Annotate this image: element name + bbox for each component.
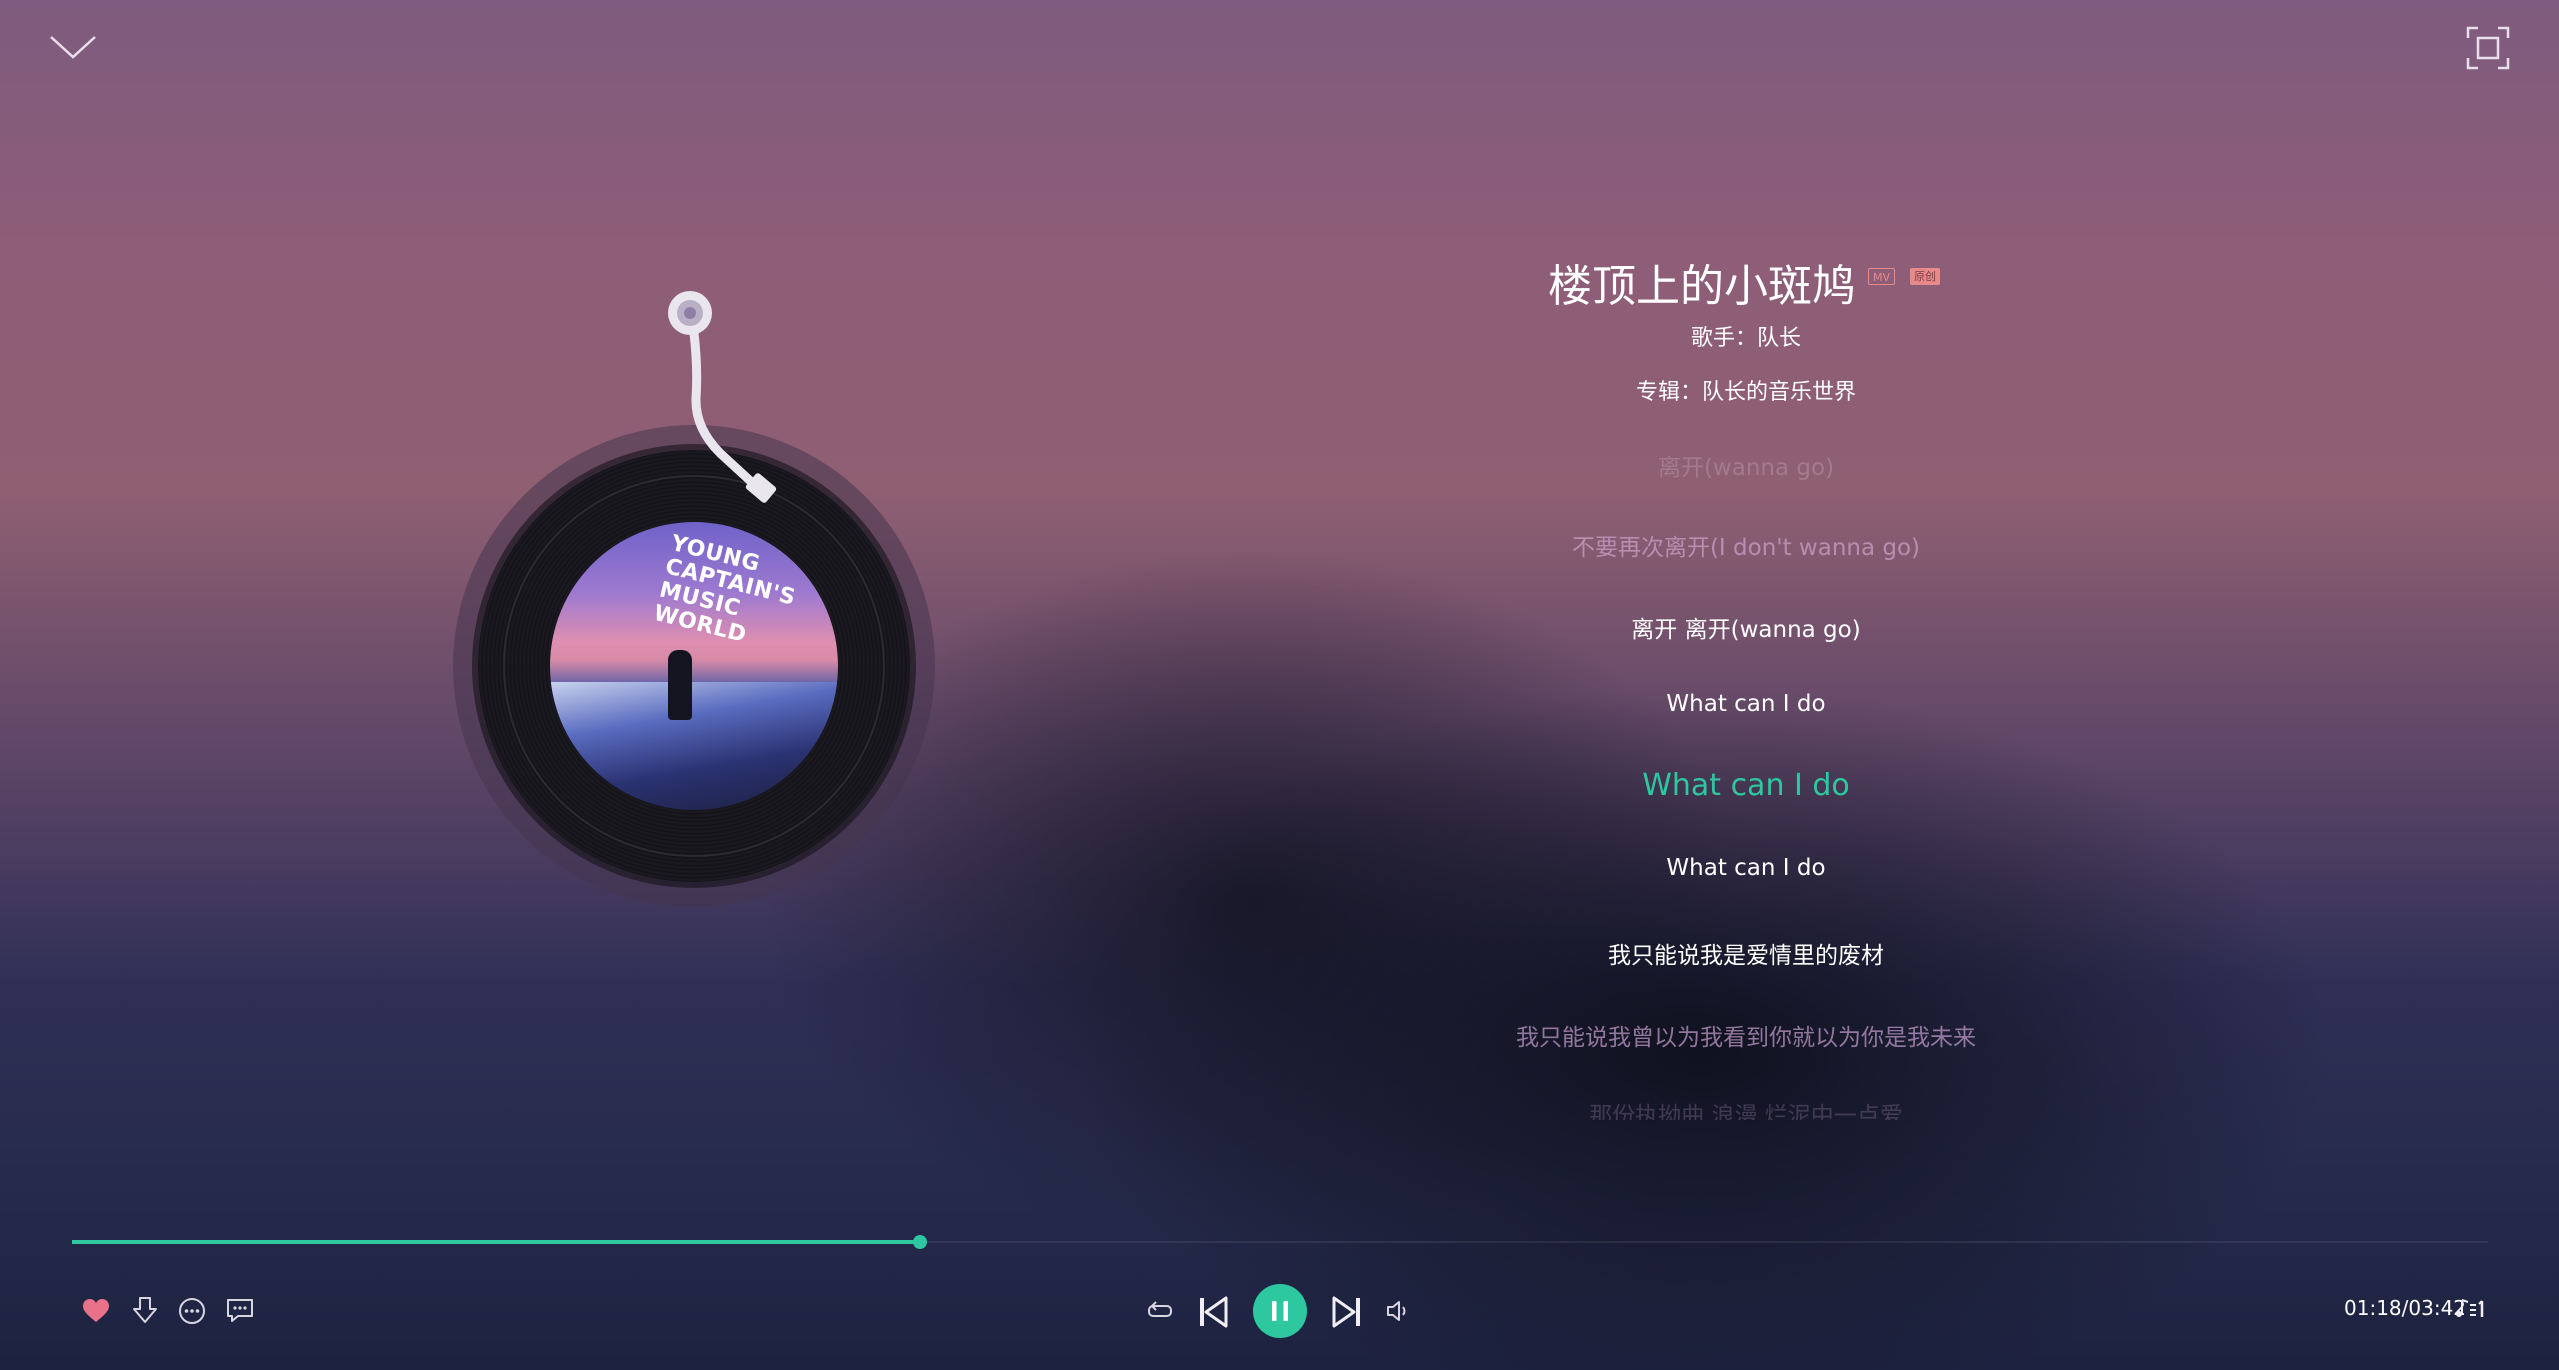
lyric-line: 不要再次离开(I don't wanna go) [1571, 535, 1921, 561]
lyric-line-active: What can I do [1642, 768, 1850, 803]
comment-icon[interactable] [226, 1298, 254, 1324]
loop-icon[interactable] [1147, 1299, 1173, 1323]
lyric-line: 那份执拗曲 浪漫 烂泥中一点爱 [1589, 1103, 1903, 1120]
original-badge: 原创 [1910, 268, 1940, 285]
album-cover: YOUNG CAPTAIN'S MUSIC WORLD [550, 522, 838, 810]
cover-landscape [550, 682, 838, 810]
playlist-icon[interactable] [2454, 1298, 2490, 1320]
collapse-chevron-down-icon[interactable] [48, 32, 98, 62]
lyrics-panel[interactable]: 离开(wanna go) 不要再次离开(I don't wanna go) 离开… [1396, 440, 2096, 1120]
progress-bar[interactable] [72, 1235, 2488, 1249]
lyric-line: What can I do [1666, 691, 1826, 717]
pause-button[interactable] [1253, 1284, 1307, 1338]
song-title: 楼顶上的小斑鸠 [1548, 261, 1856, 312]
more-icon[interactable] [178, 1297, 206, 1325]
time-display: 01:18/03:42 [2344, 1296, 2467, 1320]
pause-icon [1272, 1301, 1288, 1321]
heart-icon[interactable] [82, 1298, 110, 1324]
tonearm [668, 291, 777, 503]
cover-figure [668, 650, 692, 720]
lyric-line: 我只能说我是爱情里的废材 [1608, 943, 1884, 969]
volume-icon[interactable] [1386, 1300, 1412, 1322]
lyric-line: 离开(wanna go) [1657, 455, 1835, 481]
fullscreen-icon[interactable] [2466, 26, 2510, 70]
lyric-line: 离开 离开(wanna go) [1631, 617, 1861, 643]
progress-thumb[interactable] [913, 1235, 928, 1249]
progress-fill [72, 1240, 921, 1244]
lyric-line: What can I do [1666, 855, 1826, 881]
previous-icon[interactable] [1198, 1296, 1228, 1328]
download-icon[interactable] [132, 1296, 158, 1324]
next-icon[interactable] [1332, 1296, 1362, 1328]
lyric-line: 我只能说我曾以为我看到你就以为你是我未来 [1516, 1025, 1976, 1051]
mv-badge[interactable]: MV [1868, 268, 1896, 285]
